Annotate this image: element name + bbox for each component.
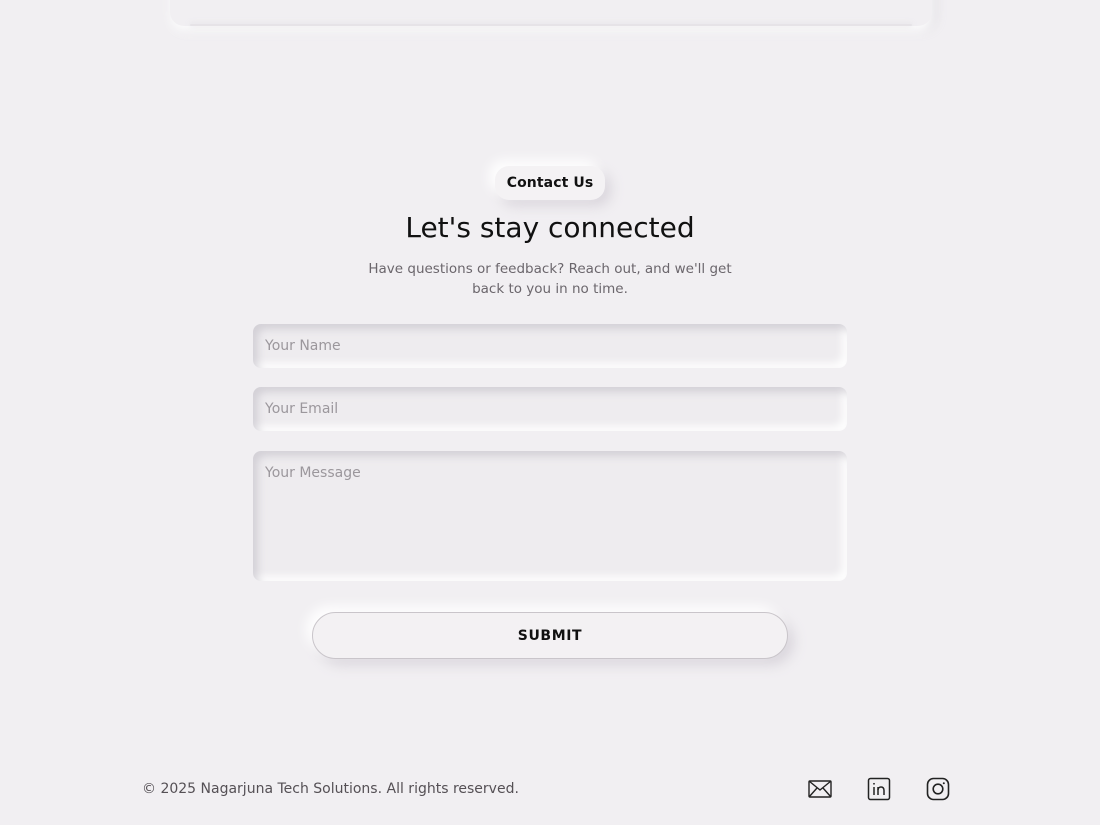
contact-subtext: Have questions or feedback? Reach out, a…	[368, 261, 732, 297]
page: Contact Us Let's stay connected Have que…	[0, 0, 1100, 825]
previous-section-card-edge	[190, 24, 912, 26]
email-input[interactable]	[253, 387, 847, 431]
message-textarea[interactable]	[253, 451, 847, 581]
contact-badge: Contact Us	[495, 166, 605, 200]
copyright-text: © 2025 Nagarjuna Tech Solutions. All rig…	[142, 781, 519, 797]
previous-section-card	[170, 0, 932, 26]
contact-heading: Let's stay connected	[405, 211, 695, 244]
name-input[interactable]	[253, 324, 847, 368]
submit-button[interactable]: SUBMIT	[312, 612, 788, 659]
mail-icon[interactable]	[807, 776, 833, 802]
linkedin-icon[interactable]	[866, 776, 892, 802]
instagram-icon[interactable]	[925, 776, 951, 802]
